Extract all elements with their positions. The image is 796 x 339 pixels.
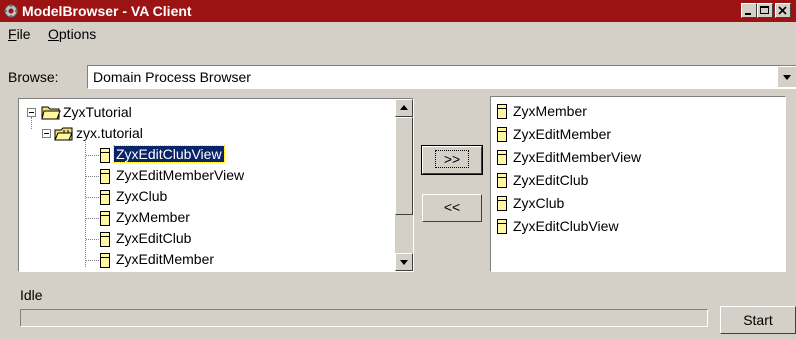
- collapse-icon[interactable]: [42, 129, 51, 138]
- tree-item-label: ZyxClub: [116, 188, 168, 204]
- scroll-thumb[interactable]: [395, 117, 413, 215]
- class-icon: [100, 253, 110, 268]
- menu-file[interactable]: File: [8, 26, 31, 42]
- title-bar[interactable]: ModelBrowser - VA Client: [0, 0, 796, 22]
- list-item-label: ZyxEditMember: [513, 126, 612, 142]
- menu-bar: File Options: [0, 22, 796, 46]
- maximize-button[interactable]: [757, 3, 773, 18]
- tree-item-label: ZyxEditMember: [116, 251, 215, 267]
- browse-combo[interactable]: Domain Process Browser: [87, 65, 796, 89]
- arrow-down-icon: [400, 260, 408, 265]
- menu-options-label: ptions: [58, 26, 97, 42]
- add-to-list-button[interactable]: >>: [421, 145, 483, 175]
- class-icon: [497, 150, 507, 165]
- class-tree[interactable]: ZyxTutorial zyx.tutorial ZyxEditClubView…: [18, 98, 414, 272]
- browse-label: Browse:: [8, 69, 59, 85]
- maximize-icon: [760, 6, 769, 14]
- window-title: ModelBrowser - VA Client: [22, 3, 192, 19]
- tree-item[interactable]: ZyxEditMember: [19, 250, 389, 270]
- package-icon: [54, 124, 74, 145]
- selected-class-list[interactable]: ZyxMember ZyxEditMember ZyxEditMemberVie…: [490, 96, 786, 272]
- folder-open-icon: [41, 103, 61, 124]
- add-button-label: >>: [434, 150, 470, 168]
- menu-options[interactable]: Options: [48, 26, 96, 42]
- tree-line: [86, 155, 99, 157]
- class-icon: [497, 104, 507, 119]
- tree-item[interactable]: ZyxClub: [19, 187, 389, 207]
- tree-line: [31, 117, 33, 129]
- tree-package-row[interactable]: zyx.tutorial: [19, 117, 389, 145]
- tree-item-label: ZyxEditMemberView: [116, 167, 245, 183]
- class-icon: [497, 173, 507, 188]
- combo-dropdown-button[interactable]: [778, 67, 796, 87]
- list-item-label: ZyxEditMemberView: [513, 149, 642, 165]
- minimize-button[interactable]: [741, 3, 757, 18]
- tree-line: [86, 218, 99, 220]
- app-icon: [3, 3, 19, 19]
- class-icon: [497, 219, 507, 234]
- tree-line: [86, 197, 99, 199]
- app-window: ModelBrowser - VA Client File Options Br…: [0, 0, 796, 339]
- class-icon: [100, 169, 110, 184]
- class-icon: [497, 196, 507, 211]
- menu-file-label: ile: [16, 26, 31, 42]
- menu-file-mnemonic: F: [8, 26, 17, 42]
- tree-item[interactable]: ZyxMember: [19, 208, 389, 228]
- scroll-up-button[interactable]: [395, 99, 413, 117]
- close-button[interactable]: [775, 3, 791, 18]
- class-icon: [100, 232, 110, 247]
- tree-item-label: ZyxMember: [116, 209, 190, 225]
- progress-bar: [20, 309, 708, 327]
- class-icon: [497, 127, 507, 142]
- chevron-down-icon: [783, 75, 791, 80]
- list-item-label: ZyxEditClub: [513, 172, 589, 188]
- list-item-label: ZyxMember: [513, 103, 587, 119]
- tree-root-row[interactable]: ZyxTutorial: [19, 103, 389, 123]
- menu-options-mnemonic: O: [48, 26, 59, 42]
- tree-root-label: ZyxTutorial: [63, 104, 132, 120]
- status-text: Idle: [20, 287, 43, 303]
- collapse-icon[interactable]: [27, 108, 36, 117]
- arrow-up-icon: [400, 105, 408, 110]
- tree-line: [86, 260, 99, 262]
- remove-button-label: <<: [443, 199, 461, 215]
- tree-item[interactable]: ZyxEditClubView: [19, 145, 389, 165]
- tree-line: [86, 239, 99, 241]
- tree-vertical-scrollbar[interactable]: [395, 99, 413, 271]
- tree-item[interactable]: ZyxEditMemberView: [19, 166, 389, 186]
- start-button[interactable]: Start: [720, 306, 796, 334]
- scroll-down-button[interactable]: [395, 253, 413, 271]
- list-item-label: ZyxClub: [513, 195, 565, 211]
- tree-line: [86, 176, 99, 178]
- tree-item-label: ZyxEditClub: [116, 230, 192, 246]
- browse-selected-value: Domain Process Browser: [93, 69, 251, 85]
- class-icon: [100, 148, 110, 163]
- tree-item-label: ZyxEditClubView: [113, 145, 225, 163]
- tree-item[interactable]: ZyxEditClub: [19, 229, 389, 249]
- list-item-label: ZyxEditClubView: [513, 218, 619, 234]
- class-icon: [100, 211, 110, 226]
- close-icon: [778, 6, 787, 15]
- minimize-icon: [745, 13, 751, 15]
- class-icon: [100, 190, 110, 205]
- remove-from-list-button[interactable]: <<: [422, 194, 482, 222]
